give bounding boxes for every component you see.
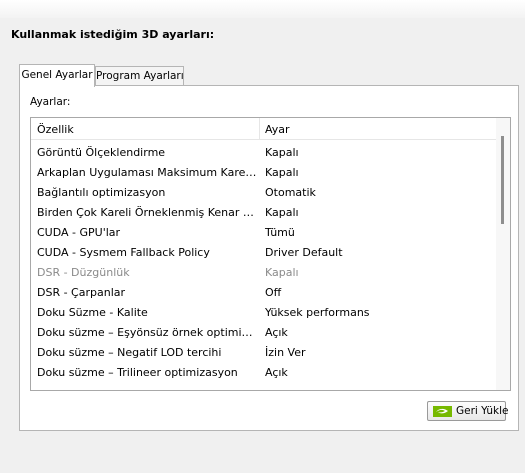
page-heading: Kullanmak istediğim 3D ayarları:	[11, 28, 215, 41]
setting-cell: Yüksek performans	[265, 306, 370, 319]
feature-cell: CUDA - GPU'lar	[37, 226, 121, 239]
setting-cell: Tümü	[265, 226, 295, 239]
settings-label: Ayarlar:	[30, 96, 71, 108]
column-separator[interactable]	[259, 118, 260, 140]
setting-cell: Off	[265, 286, 282, 299]
setting-cell: Otomatik	[265, 186, 316, 199]
settings-row[interactable]: Görüntü Ölçeklendirme Kapalı	[31, 142, 497, 162]
setting-cell: Açık	[265, 366, 288, 379]
feature-cell: DSR - Düzgünlük	[37, 266, 130, 279]
settings-row[interactable]: Birden Çok Kareli Örneklenmiş Kenar Yumu…	[31, 202, 497, 222]
feature-cell: Doku süzme – Eşyönsüz örnek optimizasyon…	[37, 326, 257, 339]
settings-row[interactable]: CUDA - Sysmem Fallback Policy Driver Defa…	[31, 242, 497, 262]
settings-row[interactable]: Doku süzme – Eşyönsüz örnek optimizasyon…	[31, 322, 497, 342]
setting-cell: Driver Default	[265, 246, 343, 259]
feature-cell: Doku Süzme - Kalite	[37, 306, 148, 319]
settings-panel: Ayarlar: Özellik Ayar Görüntü Ölçeklendi…	[19, 85, 519, 431]
settings-row[interactable]: DSR - Çarpanlar Off	[31, 282, 497, 302]
feature-cell: CUDA - Sysmem Fallback Policy	[37, 246, 210, 259]
restore-button[interactable]: Geri Yükle	[427, 401, 509, 421]
settings-rows: Görüntü Ölçeklendirme Kapalı Arkaplan Uygu…	[31, 142, 497, 382]
settings-row[interactable]: CUDA - GPU'lar Tümü	[31, 222, 497, 242]
settings-row[interactable]: Bağlantılı optimizasyon Otomatik	[31, 182, 497, 202]
feature-cell: DSR - Çarpanlar	[37, 286, 126, 299]
feature-cell: Doku süzme – Negatif LOD tercihi	[37, 346, 222, 359]
feature-cell: Bağlantılı optimizasyon	[37, 186, 166, 199]
feature-cell: Doku süzme – Trilineer optimizasyon	[37, 366, 238, 379]
settings-row[interactable]: Arkaplan Uygulaması Maksimum Kare Hızı Ka…	[31, 162, 497, 182]
setting-cell: Kapalı	[265, 206, 299, 219]
tab-general-settings[interactable]: Genel Ayarlar	[19, 64, 95, 87]
vertical-scrollbar[interactable]	[496, 118, 510, 390]
setting-cell: Kapalı	[265, 266, 299, 279]
setting-cell: Açık	[265, 326, 288, 339]
feature-cell: Arkaplan Uygulaması Maksimum Kare Hızı	[37, 166, 257, 179]
setting-cell: İzin Ver	[265, 346, 306, 359]
settings-row[interactable]: Doku süzme – Trilineer optimizasyon Açık	[31, 362, 497, 382]
feature-cell: Görüntü Ölçeklendirme	[37, 146, 166, 159]
feature-cell: Birden Çok Kareli Örneklenmiş Kenar Yumu…	[37, 206, 257, 219]
setting-cell: Kapalı	[265, 166, 299, 179]
column-header-feature[interactable]: Özellik	[37, 123, 74, 136]
column-header-setting[interactable]: Ayar	[265, 123, 290, 136]
tab-program-settings[interactable]: Program Ayarları	[95, 66, 184, 86]
top-band	[0, 0, 525, 18]
settings-row[interactable]: Doku süzme – Negatif LOD tercihi İzin Ver	[31, 342, 497, 362]
restore-button-label: Geri Yükle	[456, 405, 509, 417]
nvidia-logo-icon	[433, 406, 452, 417]
list-header: Özellik Ayar	[31, 118, 497, 140]
settings-list[interactable]: Özellik Ayar Görüntü Ölçeklendirme Kapalı…	[30, 117, 511, 391]
setting-cell: Kapalı	[265, 146, 299, 159]
settings-row[interactable]: Doku Süzme - Kalite Yüksek performans	[31, 302, 497, 322]
settings-row[interactable]: DSR - Düzgünlük Kapalı	[31, 262, 497, 282]
scrollbar-thumb[interactable]	[501, 136, 504, 224]
